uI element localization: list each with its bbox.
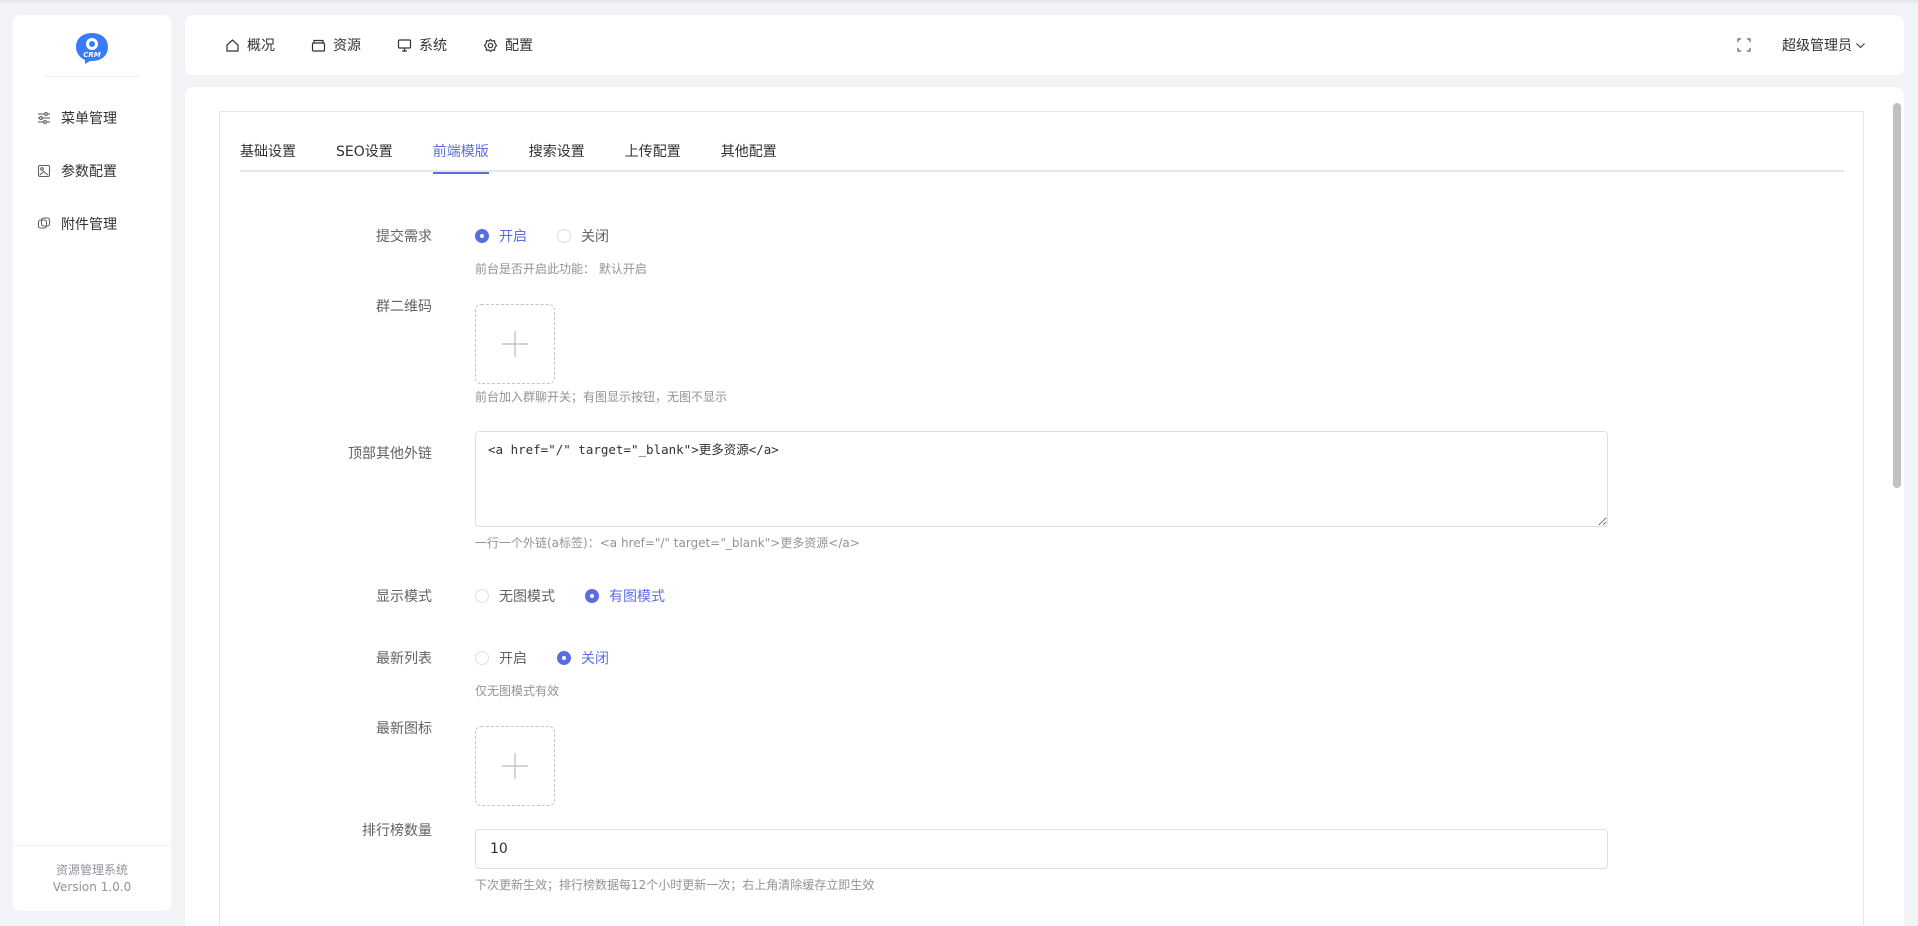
tab-basic[interactable]: 基础设置	[240, 142, 296, 172]
sidebar-menu: 菜单管理 参数配置 附件管理	[13, 91, 171, 250]
latest-icon-upload[interactable]	[475, 726, 555, 806]
fullscreen-icon[interactable]	[1736, 37, 1752, 53]
radio-label: 关闭	[581, 229, 609, 245]
attachment-icon	[37, 216, 51, 231]
group-qr-label: 群二维码	[376, 299, 432, 315]
nav-resources[interactable]: 资源	[311, 35, 361, 55]
radio-label: 无图模式	[499, 589, 555, 605]
top-header: 概况 资源 系统 配置 超级管理员	[185, 15, 1904, 75]
top-nav: 概况 资源 系统 配置	[225, 35, 569, 55]
app-version: Version 1.0.0	[52, 879, 132, 894]
tab-seo[interactable]: SEO设置	[336, 142, 393, 172]
radio-dot	[557, 229, 571, 243]
radio-label: 开启	[499, 651, 527, 667]
radio-dot	[475, 651, 489, 665]
nav-label: 资源	[333, 38, 361, 54]
sidebar: CRM 菜单管理 参数配置 附件管理 资源管理系统 Version 1.0.0	[13, 15, 171, 911]
user-menu[interactable]: 超级管理员	[1782, 35, 1866, 55]
nav-overview[interactable]: 概况	[225, 35, 275, 55]
latest-list-label: 最新列表	[376, 651, 432, 667]
radio-dot	[475, 229, 489, 243]
radio-dot	[475, 589, 489, 603]
group-qr-upload[interactable]	[475, 304, 555, 384]
tab-search[interactable]: 搜索设置	[529, 142, 585, 172]
sidebar-footer: 资源管理系统 Version 1.0.0	[13, 845, 171, 911]
nav-config[interactable]: 配置	[483, 35, 533, 55]
main-content: 基础设置 SEO设置 前端模版 搜索设置 上传配置 其他配置 提交需求 开启 关…	[185, 87, 1904, 926]
user-name: 超级管理员	[1782, 38, 1852, 54]
submit-demand-on-radio[interactable]: 开启	[475, 226, 527, 246]
display-mode-no-image-radio[interactable]: 无图模式	[475, 586, 555, 606]
latest-list-hint: 仅无图模式有效	[475, 684, 560, 698]
sidebar-item-menu-management[interactable]: 菜单管理	[13, 91, 171, 144]
plus-icon	[502, 753, 528, 779]
page-scrollbar[interactable]	[1893, 103, 1901, 488]
top-links-hint: 一行一个外链(a标签)：<a href="/" target="_blank">…	[475, 536, 860, 550]
logo-area: CRM	[43, 15, 141, 77]
group-qr-hint: 前台加入群聊开关；有图显示按钮，无图不显示	[475, 390, 728, 404]
nav-label: 系统	[419, 38, 447, 54]
svg-text:CRM: CRM	[83, 51, 101, 59]
latest-icon-label: 最新图标	[376, 721, 432, 737]
display-mode-image-radio[interactable]: 有图模式	[585, 586, 665, 606]
image-config-icon	[37, 164, 51, 178]
tab-upload[interactable]: 上传配置	[625, 142, 681, 172]
sliders-icon	[37, 111, 51, 125]
radio-label: 开启	[499, 229, 527, 245]
rank-count-label: 排行榜数量	[362, 823, 432, 839]
latest-list-on-radio[interactable]: 开启	[475, 648, 527, 668]
box-icon	[311, 38, 326, 53]
monitor-icon	[397, 38, 412, 53]
crm-logo[interactable]: CRM	[74, 31, 110, 65]
latest-list-off-radio[interactable]: 关闭	[557, 648, 609, 668]
tab-other[interactable]: 其他配置	[721, 142, 777, 172]
app-name: 资源管理系统	[55, 862, 128, 877]
home-icon	[225, 38, 240, 53]
header-actions: 超级管理员	[1736, 35, 1866, 55]
radio-label: 关闭	[581, 651, 609, 667]
submit-demand-off-radio[interactable]: 关闭	[557, 226, 609, 246]
top-links-textarea[interactable]: <a href="/" target="_blank">更多资源</a>	[475, 431, 1608, 527]
sidebar-item-attachment[interactable]: 附件管理	[13, 197, 171, 250]
submit-demand-hint: 前台是否开启此功能： 默认开启	[475, 262, 647, 276]
sidebar-item-label: 菜单管理	[61, 110, 117, 127]
plus-icon	[502, 331, 528, 357]
tab-frontend-template[interactable]: 前端模版	[432, 142, 489, 174]
display-mode-label: 显示模式	[376, 589, 432, 605]
chevron-down-icon	[1855, 40, 1866, 51]
nav-system[interactable]: 系统	[397, 35, 447, 55]
rank-count-input[interactable]	[475, 829, 1608, 869]
settings-tabs: 基础设置 SEO设置 前端模版 搜索设置 上传配置 其他配置	[240, 142, 1844, 174]
radio-dot	[585, 589, 599, 603]
radio-label: 有图模式	[609, 589, 665, 605]
nav-label: 配置	[505, 38, 533, 54]
radio-dot	[557, 651, 571, 665]
sidebar-item-label: 参数配置	[61, 163, 117, 180]
top-links-label: 顶部其他外链	[348, 446, 432, 462]
top-border	[0, 0, 1918, 3]
sidebar-item-label: 附件管理	[61, 216, 117, 233]
settings-panel: 基础设置 SEO设置 前端模版 搜索设置 上传配置 其他配置 提交需求 开启 关…	[219, 111, 1864, 926]
nav-label: 概况	[247, 38, 275, 54]
submit-demand-label: 提交需求	[376, 229, 432, 245]
gear-icon	[483, 38, 498, 53]
sidebar-item-param-config[interactable]: 参数配置	[13, 144, 171, 197]
rank-count-hint: 下次更新生效；排行榜数据每12个小时更新一次；右上角清除缓存立即生效	[475, 878, 875, 892]
